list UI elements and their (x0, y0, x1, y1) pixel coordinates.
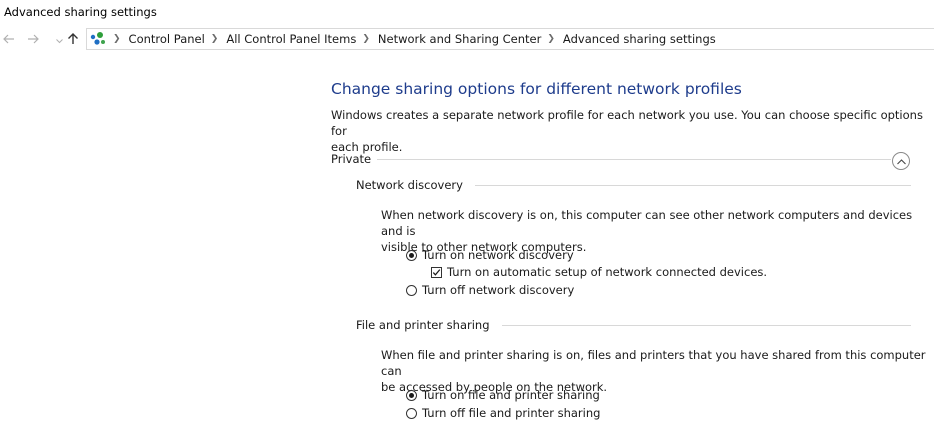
breadcrumb-label: Control Panel (128, 32, 205, 46)
section-network-discovery: Network discovery (356, 178, 911, 192)
option-label: Turn on automatic setup of network conne… (447, 265, 768, 279)
checkbox-auto-setup[interactable]: Turn on automatic setup of network conne… (431, 265, 767, 279)
description-line: Windows creates a separate network profi… (331, 108, 923, 138)
divider (474, 184, 911, 186)
description-line: When network discovery is on, this compu… (381, 208, 913, 238)
radio-network-discovery-on[interactable]: Turn on network discovery (406, 248, 574, 262)
address-bar[interactable]: ❯ Control Panel ❯ All Control Panel Item… (86, 28, 934, 50)
profile-name: Private (331, 152, 372, 166)
breadcrumb-label: All Control Panel Items (226, 32, 357, 46)
divider (501, 324, 911, 326)
option-label: Turn off network discovery (422, 283, 575, 297)
section-file-printer-sharing: File and printer sharing (356, 318, 911, 332)
option-label: Turn on file and printer sharing (422, 388, 600, 402)
profile-header-private[interactable]: Private (331, 152, 891, 166)
forward-button[interactable] (24, 28, 42, 52)
radio-button-selected[interactable] (406, 389, 417, 401)
divider (377, 158, 891, 160)
checkbox-checked[interactable] (431, 266, 442, 278)
section-title: Network discovery (356, 178, 463, 192)
page-description: Windows creates a separate network profi… (331, 107, 934, 155)
chevron-right-icon: ❯ (210, 34, 219, 44)
window-title: Advanced sharing settings (4, 5, 157, 19)
section-title: File and printer sharing (356, 318, 490, 332)
checkmark-icon (432, 268, 441, 276)
breadcrumb-label: Network and Sharing Center (377, 32, 542, 46)
description-line: When file and printer sharing is on, fil… (381, 348, 926, 378)
chevron-up-icon (896, 154, 906, 168)
control-panel-icon (89, 31, 107, 47)
option-label: Turn off file and printer sharing (422, 406, 601, 420)
chevron-down-icon (55, 33, 63, 48)
chevron-right-icon: ❯ (113, 34, 121, 44)
radio-button-selected[interactable] (406, 249, 417, 261)
back-button[interactable] (0, 28, 18, 52)
collapse-profile-button[interactable] (892, 152, 910, 170)
page-title: Change sharing options for different net… (331, 80, 742, 98)
up-button[interactable] (64, 28, 82, 52)
radio-file-sharing-off[interactable]: Turn off file and printer sharing (406, 406, 600, 420)
option-label: Turn on network discovery (422, 248, 574, 262)
breadcrumb-label: Advanced sharing settings (562, 32, 716, 46)
navigation-bar: ❯ Control Panel ❯ All Control Panel Item… (0, 28, 934, 52)
arrow-up-icon (67, 32, 79, 49)
breadcrumb-control-panel[interactable]: ❯ Control Panel (107, 32, 205, 46)
radio-button[interactable] (406, 407, 417, 419)
radio-file-sharing-on[interactable]: Turn on file and printer sharing (406, 388, 600, 402)
radio-button[interactable] (406, 284, 417, 296)
arrow-left-icon (3, 33, 15, 48)
chevron-right-icon: ❯ (362, 34, 370, 44)
chevron-right-icon: ❯ (547, 34, 555, 44)
arrow-right-icon (27, 33, 39, 48)
breadcrumb-advanced-sharing[interactable]: ❯ Advanced sharing settings (541, 32, 715, 46)
radio-network-discovery-off[interactable]: Turn off network discovery (406, 283, 574, 297)
breadcrumb-network-sharing-center[interactable]: ❯ Network and Sharing Center (356, 32, 541, 46)
breadcrumb-all-items[interactable]: ❯ All Control Panel Items (205, 32, 357, 46)
